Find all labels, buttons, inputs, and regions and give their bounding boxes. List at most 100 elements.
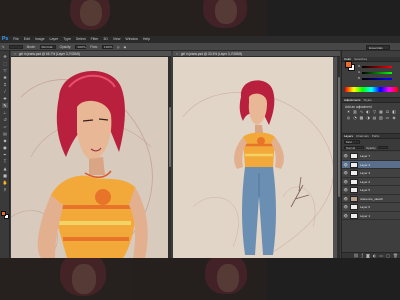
color-balance-icon[interactable]: ⚖ <box>385 110 390 114</box>
visibility-eye-icon[interactable]: 👁 <box>344 205 348 209</box>
tab-swatches[interactable]: Swatches <box>354 57 367 62</box>
vertical-scrollbar[interactable] <box>337 57 340 258</box>
scrollbar-thumb[interactable] <box>168 107 171 167</box>
history-brush-icon[interactable]: ↺ <box>2 117 8 122</box>
quick-select-icon[interactable]: ✱ <box>2 75 8 80</box>
layer-row[interactable]: 👁 Layer 4 <box>342 160 400 169</box>
menu-select[interactable]: Select <box>76 36 86 43</box>
invert-icon[interactable]: ◑ <box>366 115 371 120</box>
layer-row[interactable]: 👁 Layer 3 <box>342 169 400 178</box>
path-select-icon[interactable]: ▲ <box>2 166 8 171</box>
curves-icon[interactable]: ∿ <box>359 110 364 114</box>
photo-filter-icon[interactable]: ◎ <box>346 115 351 120</box>
gradient-icon[interactable]: ▤ <box>2 131 8 136</box>
vertical-scrollbar[interactable] <box>168 57 171 258</box>
brush-size-picker[interactable] <box>8 44 23 49</box>
tab-channels[interactable]: Channels <box>356 134 369 139</box>
hue-saturation-icon[interactable]: ▦ <box>379 110 384 114</box>
visibility-eye-icon[interactable]: 👁 <box>344 163 348 167</box>
folder-icon[interactable]: ▭ <box>379 253 383 259</box>
slider-track[interactable] <box>362 71 392 74</box>
color-lookup-icon[interactable]: ▩ <box>359 115 364 120</box>
tab-styles[interactable]: Styles <box>364 98 372 103</box>
brush-preset-icon[interactable]: ✎ <box>2 43 5 51</box>
pressure-icon[interactable]: ◉ <box>124 43 127 51</box>
foreground-color-chip[interactable] <box>345 61 352 68</box>
menu-image[interactable]: Image <box>35 36 45 43</box>
blend-mode-select[interactable]: Normal <box>344 145 364 150</box>
fx-icon[interactable]: ƒ <box>362 253 363 259</box>
menu-3d[interactable]: 3D <box>103 36 107 43</box>
menu-file[interactable]: File <box>13 36 19 43</box>
dodge-icon[interactable]: ● <box>2 145 8 150</box>
close-icon[interactable]: × <box>176 52 178 56</box>
eyedropper-icon[interactable]: ⁄ <box>2 89 8 94</box>
layer-row[interactable]: 👁 reference_sketch <box>342 194 400 203</box>
clone-stamp-icon[interactable]: ⊥ <box>2 110 8 115</box>
hand-icon[interactable]: ✋ <box>2 180 8 185</box>
menu-layer[interactable]: Layer <box>50 36 59 43</box>
blur-icon[interactable]: ◆ <box>2 138 8 143</box>
canvas[interactable] <box>173 57 340 258</box>
black-white-icon[interactable]: ◧ <box>392 110 397 114</box>
brightness-icon[interactable]: ☀ <box>346 110 351 114</box>
visibility-eye-icon[interactable]: 👁 <box>344 154 348 158</box>
slider-track[interactable] <box>362 77 392 80</box>
adjustment-layer-icon[interactable]: ◐ <box>373 253 377 259</box>
pen-icon[interactable]: ✒ <box>2 152 8 157</box>
foreground-color-swatch[interactable] <box>1 211 6 216</box>
new-layer-icon[interactable]: ▢ <box>386 253 390 259</box>
vibrance-icon[interactable]: ▽ <box>372 110 377 114</box>
crop-icon[interactable]: ⌗ <box>2 82 8 87</box>
green-slider[interactable]: G <box>358 71 396 74</box>
lasso-icon[interactable]: ➰ <box>2 68 8 73</box>
visibility-eye-icon[interactable]: 👁 <box>344 171 348 175</box>
layer-row[interactable]: 👁 Layer 1 <box>342 211 400 220</box>
tab-layers[interactable]: Layers <box>344 134 353 139</box>
type-icon[interactable]: T <box>2 159 8 164</box>
slider-track[interactable] <box>362 65 392 68</box>
move-icon[interactable]: ✥ <box>2 54 8 59</box>
layer-row[interactable]: 👁 Layer 5 <box>342 186 400 195</box>
mode-select[interactable]: Normal <box>39 44 56 49</box>
layer-opacity-field[interactable] <box>378 145 389 150</box>
healing-icon[interactable]: ✚ <box>2 96 8 101</box>
threshold-icon[interactable]: ▧ <box>379 115 384 120</box>
brush-icon[interactable]: ✎ <box>2 103 8 108</box>
airbrush-icon[interactable]: ◎ <box>117 43 120 51</box>
color-spectrum-bar[interactable] <box>345 87 398 92</box>
exposure-icon[interactable]: ◐ <box>366 110 371 114</box>
visibility-eye-icon[interactable]: 👁 <box>344 197 348 201</box>
visibility-eye-icon[interactable]: 👁 <box>344 214 348 218</box>
tab-paths[interactable]: Paths <box>372 134 380 139</box>
mask-icon[interactable]: ◙ <box>366 253 370 259</box>
opacity-field[interactable]: 100% <box>75 44 87 49</box>
link-icon[interactable]: ⛓ <box>353 253 358 259</box>
layer-row[interactable]: 👁 Layer 7 <box>342 152 400 161</box>
workspace-select[interactable]: Essentials <box>366 44 390 50</box>
layer-filter-select[interactable]: Kind <box>344 140 360 144</box>
channel-mixer-icon[interactable]: ◔ <box>353 115 358 120</box>
blue-slider[interactable]: B <box>358 77 396 80</box>
gradient-map-icon[interactable]: ▭ <box>385 115 390 120</box>
levels-icon[interactable]: ▥ <box>353 110 358 114</box>
zoom-icon[interactable]: ⚲ <box>2 187 8 192</box>
red-slider[interactable]: R <box>358 65 396 68</box>
flow-field[interactable]: 100% <box>101 44 113 49</box>
shape-icon[interactable]: ■ <box>2 173 8 178</box>
close-icon[interactable]: × <box>14 52 16 56</box>
menu-help[interactable]: Help <box>143 36 150 43</box>
scrollbar-thumb[interactable] <box>337 77 340 197</box>
eraser-icon[interactable]: ▱ <box>2 124 8 129</box>
marquee-icon[interactable]: ⬚ <box>2 61 8 66</box>
layer-row[interactable]: 👁 Layer 6 <box>342 203 400 212</box>
layer-row[interactable]: 👁 Layer 2 <box>342 177 400 186</box>
visibility-eye-icon[interactable]: 👁 <box>344 188 348 192</box>
selective-color-icon[interactable]: ◈ <box>392 115 397 120</box>
trash-icon[interactable]: 🗑 <box>393 253 398 259</box>
canvas[interactable] <box>11 57 171 258</box>
tab-adjustments[interactable]: Adjustments <box>344 98 361 103</box>
menu-window[interactable]: Window <box>125 36 137 43</box>
visibility-eye-icon[interactable]: 👁 <box>344 180 348 184</box>
posterize-icon[interactable]: ▤ <box>372 115 377 120</box>
